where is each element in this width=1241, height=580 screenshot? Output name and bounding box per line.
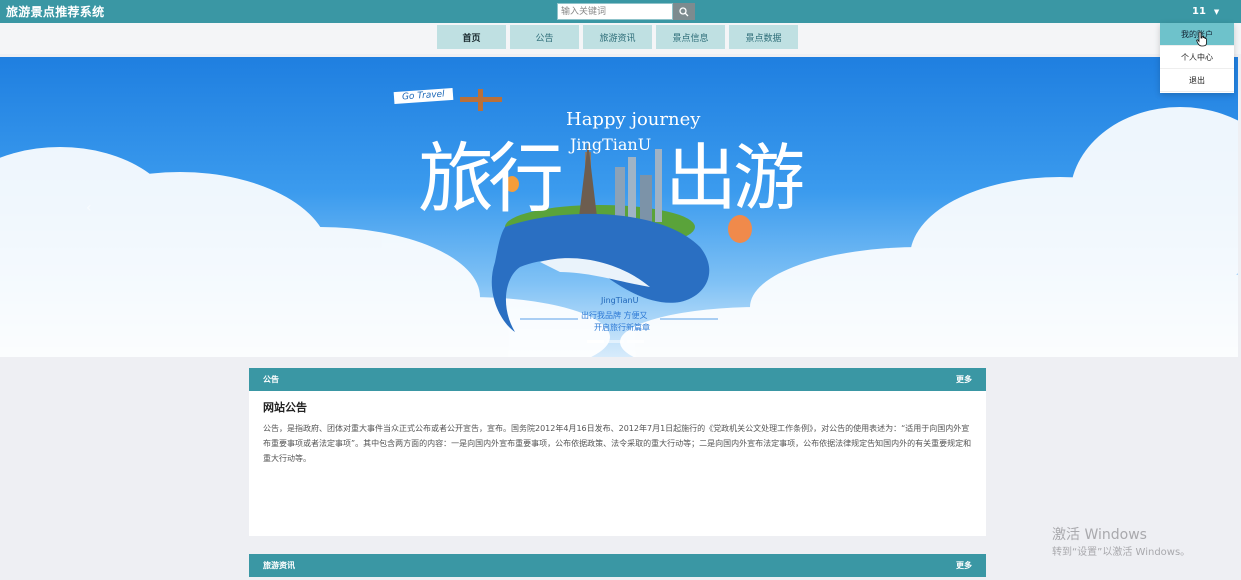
menu-item-logout[interactable]: 退出 bbox=[1160, 69, 1234, 92]
windows-watermark-title: 激活 Windows bbox=[1052, 527, 1147, 543]
notice-header-title: 公告 bbox=[263, 375, 279, 384]
banner-line1: Happy journey bbox=[566, 109, 701, 130]
chevron-left-icon[interactable]: ‹ bbox=[86, 200, 92, 216]
carousel-dot[interactable] bbox=[627, 340, 644, 343]
nav-scenic-info[interactable]: 景点信息 bbox=[656, 25, 725, 49]
caret-down-icon: ▼ bbox=[1213, 7, 1220, 16]
windows-watermark-hint: 转到“设置”以激活 Windows。 bbox=[1052, 547, 1191, 558]
notice-more-link[interactable]: 更多 bbox=[956, 374, 972, 385]
notice-panel-body: 网站公告 公告，是指政府、团体对重大事件当众正式公布或者公开宣告，宣布。国务院2… bbox=[249, 391, 986, 536]
main-nav: 首页 公告 旅游资讯 景点信息 景点数据 bbox=[437, 25, 798, 49]
news-more-link[interactable]: 更多 bbox=[956, 560, 972, 571]
search-input[interactable] bbox=[557, 3, 673, 20]
carousel-dot[interactable] bbox=[607, 340, 624, 343]
hand-cursor-icon bbox=[1196, 31, 1207, 47]
search-button[interactable] bbox=[673, 3, 695, 20]
search-icon bbox=[679, 6, 689, 16]
news-panel-header: 旅游资讯 更多 bbox=[249, 554, 986, 577]
notice-panel-header: 公告 更多 bbox=[249, 368, 986, 391]
banner-line2: JingTianU bbox=[570, 135, 652, 154]
nav-travel-news[interactable]: 旅游资讯 bbox=[583, 25, 652, 49]
nav-bar: 首页 公告 旅游资讯 景点信息 景点数据 bbox=[0, 23, 1241, 54]
username: 11 bbox=[1192, 6, 1206, 17]
banner-sub3: 开启旅行新篇章 bbox=[594, 323, 650, 332]
nav-home[interactable]: 首页 bbox=[437, 25, 506, 49]
banner-title-left: 旅行 bbox=[418, 134, 564, 223]
user-menu-trigger[interactable]: 11 ▼ bbox=[1192, 4, 1219, 19]
top-bar: 旅游景点推荐系统 11 ▼ bbox=[0, 0, 1241, 23]
notice-text: 公告，是指政府、团体对重大事件当众正式公布或者公开宣告，宣布。国务院2012年4… bbox=[263, 424, 972, 463]
menu-item-profile[interactable]: 个人中心 bbox=[1160, 46, 1234, 69]
notice-title[interactable]: 网站公告 bbox=[263, 399, 972, 415]
nav-notice[interactable]: 公告 bbox=[510, 25, 579, 49]
nav-scenic-data[interactable]: 景点数据 bbox=[729, 25, 798, 49]
carousel-dot[interactable] bbox=[587, 340, 604, 343]
app-title[interactable]: 旅游景点推荐系统 bbox=[6, 3, 104, 20]
banner-title-right: 出游 bbox=[665, 136, 805, 220]
banner-sub2: 出行我品牌 方便又 bbox=[581, 311, 648, 320]
banner-carousel[interactable]: Go Travel 旅行 出游 Happy journey JingTianU … bbox=[0, 57, 1238, 357]
carousel-indicators bbox=[587, 340, 644, 343]
banner-sub1: JingTianU bbox=[601, 296, 639, 305]
news-header-title: 旅游资讯 bbox=[263, 561, 295, 570]
